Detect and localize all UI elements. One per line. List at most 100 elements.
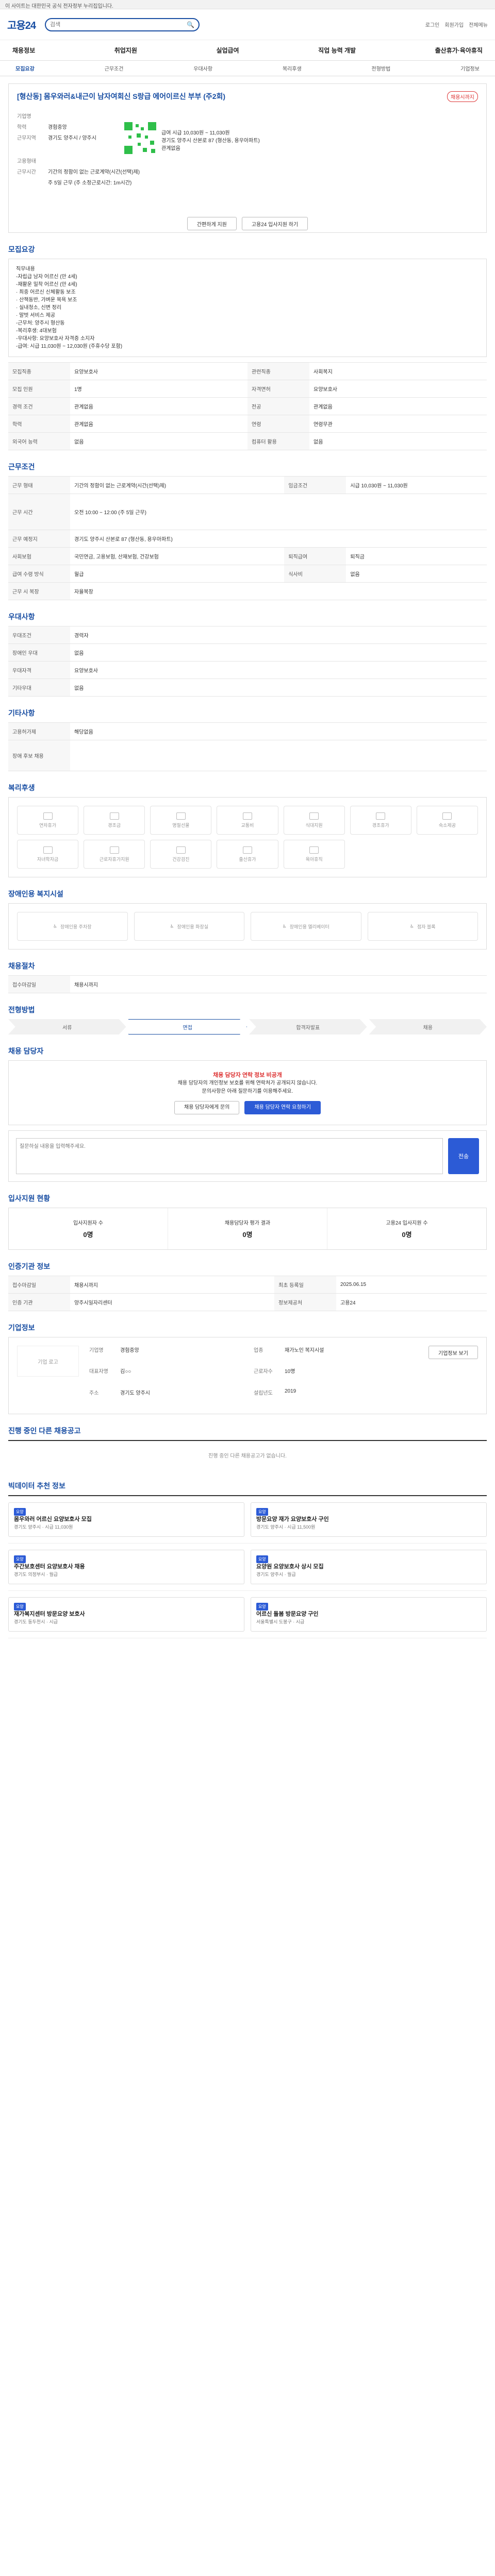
welfare-icon	[242, 846, 252, 854]
prefer-table: 우대조건 경력자 장애인 우대 없음 우대자격 요양보호사 기타우대 없음	[8, 626, 487, 697]
disability-grid: ♿ 장애인용 주차장 ♿ 장애인용 화장실 ♿ 장애인용 엘리베이터 ♿ 점자 블록	[8, 903, 487, 950]
login-link[interactable]: 로그인	[425, 21, 440, 28]
tab-prefer[interactable]: 우대사항	[193, 64, 212, 72]
logo[interactable]: 고용24	[7, 17, 36, 32]
etc-section: 기타사항 고용허가제 해당없음 장애 후보 채용	[8, 708, 487, 771]
process-table: 접수마감일 채용시까지	[8, 975, 487, 993]
section-tabs: 모집요강 근무조건 우대사항 복리후생 전형방법 기업정보	[0, 61, 495, 76]
recommend-card[interactable]: 요양 방문요양 재가 요양보호사 구인 경기도 양주시 · 시급 11,500원	[251, 1502, 487, 1537]
tab-company[interactable]: 기업정보	[460, 64, 480, 72]
header-links: 로그인 회원가입 전체메뉴	[425, 21, 488, 28]
signup-link[interactable]: 회원가입	[444, 21, 464, 28]
desc-line: -우대사항: 요양보호사 자격증 소지자	[16, 336, 95, 342]
welfare-icon	[376, 812, 386, 820]
table-row: 우대조건 경력자	[8, 626, 487, 644]
disability-item: ♿ 점자 블록	[367, 912, 478, 941]
selection-title: 전형방법	[8, 1006, 35, 1014]
tab-selection[interactable]: 전형방법	[372, 64, 391, 72]
recommend-list: 요양 몸우와러 어르신 요양보호사 모집 경기도 양주시 · 시급 11,030원 …	[8, 1495, 487, 1638]
manager-title: 인증기관 정보	[8, 1262, 51, 1270]
conditions-title: 근무조건	[8, 463, 35, 471]
table-row: 급여 수령 방식 월급 식사비 없음	[8, 565, 487, 583]
step-interview: 면접	[128, 1019, 247, 1035]
contact-line2: 문의사항은 아래 질문하기를 이용해주세요.	[202, 1089, 293, 1094]
gov-banner: 이 사이트는 대한민국 공식 전자정부 누리집입니다.	[0, 0, 495, 9]
qr-side-info: 급여 시급 10,030원 ~ 11,030원 경기도 양주시 산본로 87 (…	[161, 129, 260, 152]
elevator-icon: ♿	[282, 923, 287, 929]
nav-support[interactable]: 취업지원	[114, 46, 137, 55]
apply-status-section: 입사지원 현황 입사지원자 수 0명 채용담당자 평가 결과 0명 고용24 입사지…	[8, 1193, 487, 1250]
tab-recruit[interactable]: 모집요강	[15, 64, 35, 72]
gov-banner-text: 이 사이트는 대한민국 공식 전자정부 누리집입니다.	[5, 4, 113, 9]
nav-training[interactable]: 직업 능력 개발	[318, 46, 356, 55]
recommend-card[interactable]: 요양 요양원 요양보호사 상시 모집 경기도 양주시 · 월급	[251, 1550, 487, 1584]
job-title: [형산동] 몸우와러&내근이 남자여회신 S랑급 에어이르신 부부 (주2회)	[17, 92, 226, 100]
apply-button[interactable]: 고용24 입사지원 하기	[241, 217, 308, 230]
braille-icon: ♿	[409, 923, 414, 929]
table-row: 근무 예정지 경기도 양주시 산본로 87 (형산동, 용우아파트)	[8, 530, 487, 548]
welfare-icon	[43, 812, 53, 820]
table-row: 우대자격 요양보호사	[8, 661, 487, 679]
other-jobs-section: 진행 중인 다른 채용공고 진행 중인 다른 채용공고가 없습니다.	[8, 1426, 487, 1469]
recommend-section: 빅데이터 추천 정보 요양 몸우와러 어르신 요양보호사 모집 경기도 양주시 · …	[8, 1481, 487, 1638]
recommend-row: 요양 몸우와러 어르신 요양보호사 모집 경기도 양주시 · 시급 11,030원 …	[8, 1496, 487, 1544]
contact-request-button[interactable]: 채용 담당자 연락 요청하기	[244, 1101, 321, 1114]
recommend-title: 빅데이터 추천 정보	[8, 1482, 65, 1490]
employment-value: 기간의 정함이 없는 근로계약(시간(선택)제)	[48, 170, 140, 175]
question-input[interactable]	[16, 1138, 443, 1174]
welfare-item: 출산휴가	[217, 840, 278, 869]
header: 고용24 🔍 로그인 회원가입 전체메뉴	[0, 9, 495, 40]
table-row: 사회보험 국민연금, 고용보험, 산재보험, 건강보험 퇴직급여 퇴직금	[8, 547, 487, 565]
search-icon[interactable]: 🔍	[187, 21, 194, 28]
process-title: 채용절차	[8, 962, 35, 970]
welfare-icon	[176, 846, 186, 854]
disability-item: ♿ 장애인용 주차장	[17, 912, 128, 941]
edu-value: 관계없음	[161, 146, 180, 151]
restroom-icon: ♿	[170, 923, 174, 929]
page: 이 사이트는 대한민국 공식 전자정부 누리집입니다. 고용24 🔍 로그인 회…	[0, 0, 495, 1700]
contact-section: 채용 담당자 채용 담당자 연락 정보 비공개 채용 담당자의 개인정보 보호를…	[8, 1046, 487, 1182]
desc-line: -근무처: 양주시 형산동	[16, 320, 65, 326]
contact-inquiry-button[interactable]: 채용 담당자에게 문의	[174, 1101, 240, 1114]
parking-icon: ♿	[53, 923, 58, 929]
recommend-card[interactable]: 요양 주간보호센터 요양보호사 채용 경기도 의정부시 · 월급	[8, 1550, 244, 1584]
nav-leave[interactable]: 출산휴가·육아휴직	[435, 46, 483, 55]
nav-jobs[interactable]: 채용정보	[12, 46, 35, 55]
step-docs: 서류	[8, 1019, 126, 1035]
desc-line: · 최중 어르신 신체활동 보조	[16, 290, 76, 295]
conditions-section: 근무조건 근무 형태 기간의 정함이 없는 근로계약(시간(선택)제) 임금조건 시급…	[8, 462, 487, 600]
contact-title: 채용 담당자	[8, 1047, 44, 1055]
disability-title: 장애인용 복지시설	[8, 890, 63, 898]
send-button[interactable]: 전송	[448, 1138, 479, 1174]
deadline-badge: 채용시까지	[447, 91, 478, 102]
desc-line: · 실내청소, 신변 정리	[16, 305, 62, 311]
prefer-title: 우대사항	[8, 613, 35, 621]
nav-benefits[interactable]: 실업급여	[216, 46, 239, 55]
welfare-item: 자녀학자금	[17, 840, 79, 869]
desc-line: -복리후생: 4대보험	[16, 328, 57, 334]
welfare-icon	[109, 846, 119, 854]
table-row: 근무 시간 오전 10:00 ~ 12:00 (주 5일 근무)	[8, 494, 487, 530]
recommend-card[interactable]: 요양 어르신 돌봄 방문요양 구인 서울특별시 도봉구 · 시급	[251, 1597, 487, 1632]
company-logo: 기업 로고	[17, 1346, 79, 1377]
recommend-row: 요양 주간보호센터 요양보호사 채용 경기도 의정부시 · 월급 요양 요양원 요양보…	[8, 1544, 487, 1591]
tab-conditions[interactable]: 근무조건	[105, 64, 124, 72]
menu-link[interactable]: 전체메뉴	[469, 21, 488, 28]
stat-item: 입사지원자 수 0명	[9, 1208, 168, 1249]
recommend-card[interactable]: 요양 몸우와러 어르신 요양보호사 모집 경기도 양주시 · 시급 11,030원	[8, 1502, 244, 1537]
desc-line: · 말벗 서비스 제공	[16, 313, 56, 318]
quick-apply-button[interactable]: 간편하게 지원	[187, 217, 237, 230]
company-detail-button[interactable]: 기업정보 보기	[428, 1346, 478, 1359]
table-row: 기타우대 없음	[8, 679, 487, 697]
edu-label: 학력	[17, 125, 27, 130]
conditions-table: 근무 형태 기간의 정함이 없는 근로계약(시간(선택)제) 임금조건 시급 10,0…	[8, 476, 487, 600]
welfare-grid: 연차휴가 경조금 명절선물 교통비 식대지원 경조휴가 숙소제공 자녀학자금 근…	[8, 797, 487, 877]
tab-welfare[interactable]: 복리후생	[283, 64, 302, 72]
search-box: 🔍	[45, 18, 200, 31]
search-input[interactable]	[50, 21, 187, 28]
company-title: 기업정보	[8, 1324, 35, 1332]
company-box: 기업 로고 기업명 경험중앙 업종 재가노인 복지시설 대표자명 김○○ 근로자수 10…	[8, 1337, 487, 1414]
recruit-title: 모집요강	[8, 245, 35, 253]
recommend-card[interactable]: 요양 재가복지센터 방문요양 보호사 경기도 동두천시 · 시급	[8, 1597, 244, 1632]
welfare-item: 숙소제공	[416, 806, 478, 835]
